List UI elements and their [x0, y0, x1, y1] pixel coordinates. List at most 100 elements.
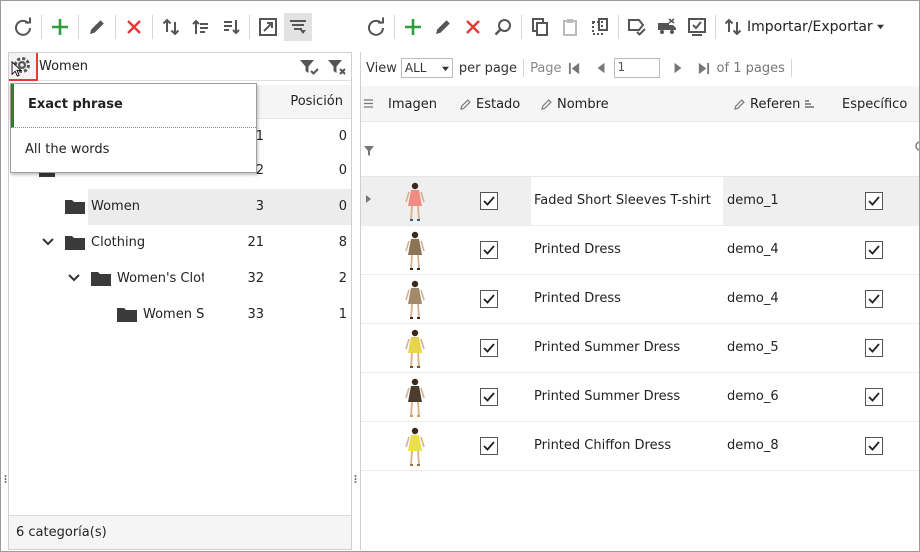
status-checkbox[interactable] [480, 241, 498, 259]
specific-checkbox[interactable] [865, 192, 883, 210]
last-page-icon [698, 62, 710, 74]
product-toolbar: Importar/Exportar [361, 1, 919, 52]
specific-checkbox[interactable] [865, 241, 883, 259]
add-button[interactable] [46, 13, 74, 41]
specific-checkbox[interactable] [865, 388, 883, 406]
paste-button[interactable] [556, 13, 584, 41]
pager-separator [523, 59, 525, 77]
last-page-button[interactable] [696, 60, 712, 76]
move-up-button[interactable] [187, 13, 215, 41]
grid-filter-row [361, 122, 920, 177]
filter-apply-icon[interactable] [299, 58, 319, 76]
column-referencia[interactable]: Referen [733, 97, 815, 112]
toolbar-separator [152, 14, 153, 39]
splitter-grip-icon[interactable] [4, 474, 7, 484]
refresh-button[interactable] [362, 13, 390, 41]
prev-page-button[interactable] [593, 60, 609, 76]
view-select[interactable]: ALL [400, 58, 453, 78]
product-row[interactable]: Printed Dress demo_4 [361, 226, 919, 275]
option-all-the-words[interactable]: All the words [11, 129, 256, 173]
app-window: Importar/Exportar Women Posición 1 0 2 0… [0, 0, 920, 552]
toolbar-separator [715, 14, 716, 39]
check-icon [868, 196, 880, 206]
position-column-header[interactable]: Posición [290, 94, 343, 109]
validate-button[interactable] [683, 13, 711, 41]
status-checkbox[interactable] [480, 437, 498, 455]
delete-button[interactable] [120, 13, 148, 41]
tree-row-clothing[interactable]: Clothing 21 8 [9, 225, 351, 261]
toolbar-separator [78, 14, 79, 39]
tree-row-women[interactable]: Women 3 0 [9, 189, 351, 225]
duplicate-button[interactable] [586, 13, 614, 41]
chevron-down-icon[interactable] [68, 273, 80, 283]
column-estado[interactable]: Estado [459, 97, 520, 112]
shipping-button[interactable] [653, 13, 681, 41]
column-imagen[interactable]: Imagen [388, 97, 437, 112]
search-options-button[interactable] [9, 53, 38, 81]
sort-icon [805, 100, 815, 108]
refresh-button[interactable] [9, 13, 37, 41]
expand-button[interactable] [254, 13, 282, 41]
product-row[interactable]: Faded Short Sleeves T-shirt demo_1 [361, 177, 919, 226]
pager-separator [790, 59, 792, 77]
chevron-down-icon[interactable] [42, 237, 54, 247]
product-row[interactable]: Printed Summer Dress demo_5 [361, 324, 919, 373]
refresh-icon [15, 17, 31, 36]
filter-icon[interactable] [364, 146, 374, 156]
edit-button[interactable] [83, 13, 111, 41]
column-nombre[interactable]: Nombre [540, 97, 609, 112]
next-page-button[interactable] [670, 60, 686, 76]
move-down-button[interactable] [217, 13, 245, 41]
move-button[interactable] [157, 13, 185, 41]
filter-clear-icon[interactable] [327, 58, 347, 76]
filter-toggle-button[interactable] [284, 12, 312, 41]
import-export-menu[interactable]: Importar/Exportar [719, 13, 888, 41]
product-name: Printed Dress [534, 242, 621, 257]
copy-button[interactable] [526, 13, 554, 41]
edit-button[interactable] [429, 13, 457, 41]
product-row[interactable]: Printed Chiffon Dress demo_8 [361, 422, 919, 471]
assign-category-button[interactable] [623, 13, 651, 41]
category-search-input[interactable]: Women [39, 59, 88, 74]
search-button[interactable] [489, 13, 517, 41]
column-especifico[interactable]: Específico [842, 97, 907, 112]
plus-icon [405, 18, 421, 35]
folder-icon [65, 200, 85, 214]
delete-button[interactable] [459, 13, 487, 41]
product-row[interactable]: Printed Summer Dress demo_6 [361, 373, 919, 422]
status-checkbox[interactable] [480, 290, 498, 308]
specific-checkbox[interactable] [865, 437, 883, 455]
product-reference: demo_8 [727, 438, 779, 453]
tree-row-position: 1 [338, 307, 347, 322]
tree-row-women-sweaters[interactable]: Women Sweaters 33 1 [9, 297, 351, 333]
pagination-bar: View ALL per page Page 1 of 1 pages [361, 52, 919, 84]
product-row[interactable]: Printed Dress demo_4 [361, 275, 919, 324]
truck-icon [658, 17, 676, 34]
product-image [405, 329, 425, 368]
first-page-button[interactable] [567, 60, 583, 76]
add-button[interactable] [399, 13, 427, 41]
product-image [405, 231, 425, 270]
search-icon[interactable] [914, 141, 920, 153]
check-icon [483, 245, 495, 255]
specific-checkbox[interactable] [865, 339, 883, 357]
column-referencia-label: Referen [750, 97, 801, 112]
status-checkbox[interactable] [480, 339, 498, 357]
tree-row-label: Women Sweaters [143, 307, 204, 322]
status-checkbox[interactable] [480, 388, 498, 406]
status-checkbox[interactable] [480, 192, 498, 210]
tree-row-womens-clothing[interactable]: Women's Clothing 32 2 [9, 261, 351, 297]
splitter-grip-icon[interactable] [354, 474, 357, 484]
column-especifico-label: Específico [842, 97, 908, 112]
copy-icon [532, 17, 548, 36]
tree-down-icon [224, 19, 240, 34]
toolbar-separator [41, 14, 42, 39]
check-icon [868, 441, 880, 451]
tag-check-icon [628, 18, 646, 36]
column-menu-icon[interactable] [364, 99, 373, 108]
page-number-input[interactable]: 1 [613, 58, 660, 78]
check-icon [868, 343, 880, 353]
tree-row-position: 0 [338, 199, 347, 214]
option-exact-phrase[interactable]: Exact phrase [11, 84, 256, 128]
specific-checkbox[interactable] [865, 290, 883, 308]
